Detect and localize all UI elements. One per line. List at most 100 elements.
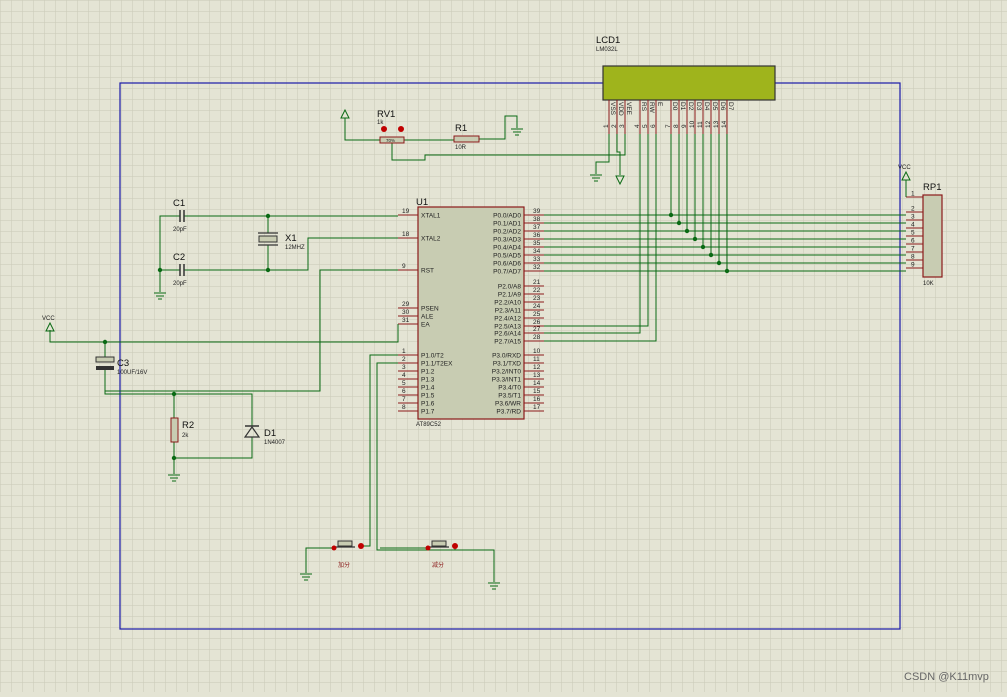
mcu-pin-name: P0.6/AD6 <box>493 261 521 268</box>
mcu-pin-name: P0.5/AD5 <box>493 253 521 260</box>
mcu-pin-number: 29 <box>402 301 410 308</box>
mcu-pin-number: 38 <box>533 216 541 223</box>
mcu-pin-number: 22 <box>533 287 541 294</box>
mcu-pin-number: 23 <box>533 295 541 302</box>
mcu-pin-name: P3.6/WR <box>495 401 521 408</box>
c3-value-label: 100UF/16V <box>117 370 147 376</box>
mcu-pin-number: 10 <box>533 348 541 355</box>
button-sub-pin-dot <box>452 543 458 549</box>
c1-value-label: 20pF <box>173 227 187 233</box>
lcd-pin-name: D5 <box>711 102 718 111</box>
mcu-pin-name: P3.2/INT0 <box>492 369 522 376</box>
mcu-pin-number: 19 <box>402 208 410 215</box>
mcu-pin-number: 30 <box>402 309 410 316</box>
mcu-pin-number: 15 <box>533 388 541 395</box>
mcu-pin-name: PSEN <box>421 306 439 313</box>
wire-junction <box>668 212 674 218</box>
button-sub-label: 减分 <box>432 561 444 569</box>
wire-junction <box>692 236 698 242</box>
schematic-canvas: LCD1 LM032L VSS 1 VDD 2 VEE 3 RS 4 RW 5 E 6 D0 7 D1 8 D2… <box>0 0 1007 692</box>
mcu-pin-number: 17 <box>533 404 541 411</box>
vcc-label: VCC <box>42 316 55 322</box>
c3-plate-negative <box>96 366 114 370</box>
lcd-pin-number: 4 <box>634 124 641 128</box>
x1-ref-label: X1 <box>285 233 297 244</box>
button-add-label: 加分 <box>338 561 350 569</box>
rp1-pin-number: 5 <box>911 230 915 237</box>
mcu-pin-name: P3.7/RD <box>496 409 521 416</box>
mcu-pin-number: 2 <box>402 356 406 363</box>
vcc-label: VCC <box>898 165 911 171</box>
lcd-pin-number: 3 <box>619 124 626 128</box>
lcd-pin-name: D6 <box>719 102 726 111</box>
mcu-pin-number: 13 <box>533 372 541 379</box>
mcu-pin-number: 24 <box>533 303 541 310</box>
mcu-pin-name: P0.0/AD0 <box>493 213 521 220</box>
mcu-u1[interactable]: U1 AT89C52 19XTAL118XTAL29RST29PSEN30ALE… <box>398 197 544 428</box>
mcu-pin-name: P3.3/INT1 <box>492 377 522 384</box>
d1-ref-label: D1 <box>264 428 276 439</box>
mcu-pin-number: 27 <box>533 326 541 333</box>
lcd-pin-number: 11 <box>697 121 704 128</box>
mcu-pin-name: P1.6 <box>421 401 435 408</box>
mcu-pin-name: P3.1/TXD <box>493 361 521 368</box>
lcd-pin-name: D1 <box>679 102 686 111</box>
mcu-pin-name: P0.3/AD3 <box>493 237 521 244</box>
lcd-pin-name: D7 <box>727 102 734 111</box>
button-add-cap <box>337 540 353 547</box>
c2-value-label: 20pF <box>173 281 187 287</box>
mcu-pin-name: P2.2/A10 <box>494 300 521 307</box>
lcd-pin-number: 1 <box>603 124 610 128</box>
rp1-pin-number: 7 <box>911 246 915 253</box>
mcu-pin-number: 39 <box>533 208 541 215</box>
mcu-pin-number: 14 <box>533 380 541 387</box>
lcd-pin-number: 12 <box>705 120 712 128</box>
lcd-pin-number: 2 <box>611 124 618 128</box>
mcu-pin-number: 12 <box>533 364 541 371</box>
wire-junction <box>700 244 706 250</box>
x1-body <box>258 235 278 243</box>
mcu-pin-number: 35 <box>533 240 541 247</box>
mcu-pin-name: P1.2 <box>421 369 435 376</box>
c2-ref-label: C2 <box>173 252 185 263</box>
mcu-right-pins: 39 P0.0/AD0 38 P0.1/AD1 37 P0.2/AD2 36 P0.3/AD3… <box>492 208 544 416</box>
mcu-pin-name: P2.5/A13 <box>494 324 521 331</box>
r1-value-label: 10R <box>455 145 467 151</box>
mcu-pin-number: 36 <box>533 232 541 239</box>
button-sub-cap <box>431 540 447 547</box>
lcd-pin-number: 14 <box>721 120 728 128</box>
mcu-pin-name: P2.7/A15 <box>494 339 521 346</box>
lcd-pin-name: RW <box>648 102 655 114</box>
lcd-pin-number: 9 <box>681 124 688 128</box>
lcd-pin-name: E <box>656 102 663 107</box>
rv1-ref-label: RV1 <box>377 109 395 120</box>
mcu-pin-number: 25 <box>533 311 541 318</box>
mcu-pin-number: 34 <box>533 248 541 255</box>
lcd-pin-name: D3 <box>695 102 702 111</box>
mcu-pin-name: XTAL1 <box>421 213 441 220</box>
schematic-svg: LCD1 LM032L VSS 1 VDD 2 VEE 3 RS 4 RW 5 E 6 D0 7 D1 8 D2… <box>0 0 1007 692</box>
mcu-pin-name: P0.7/AD7 <box>493 269 521 276</box>
mcu-pin-name: P0.2/AD2 <box>493 229 521 236</box>
button-add-pin-dot <box>331 545 337 551</box>
rv1-value-label: 1k <box>377 120 384 126</box>
x1-value-label: 12MHZ <box>285 245 305 251</box>
mcu-pin-number: 33 <box>533 256 541 263</box>
mcu-pin-number: 28 <box>533 334 541 341</box>
rp1-pin-number: 8 <box>911 254 915 261</box>
c3-ref-label: C3 <box>117 358 129 369</box>
lcd-pin-name: D2 <box>687 102 694 111</box>
d1-value-label: 1N4007 <box>264 440 286 446</box>
mcu-pin-name: P2.3/A11 <box>495 308 522 315</box>
rp1-body <box>922 194 943 278</box>
lcd-pin-number: 13 <box>713 120 720 128</box>
lcd-ref-label: LCD1 <box>596 35 620 46</box>
lcd-pin-name: D0 <box>671 102 678 111</box>
mcu-part-label: AT89C52 <box>416 422 442 428</box>
mcu-pin-number: 37 <box>533 224 541 231</box>
c1-ref-label: C1 <box>173 198 185 209</box>
mcu-pin-name: P1.4 <box>421 385 435 392</box>
rp1-pin-number: 4 <box>911 222 915 229</box>
mcu-pin-number: 31 <box>402 317 410 324</box>
lcd-pin-number: 5 <box>642 124 649 128</box>
